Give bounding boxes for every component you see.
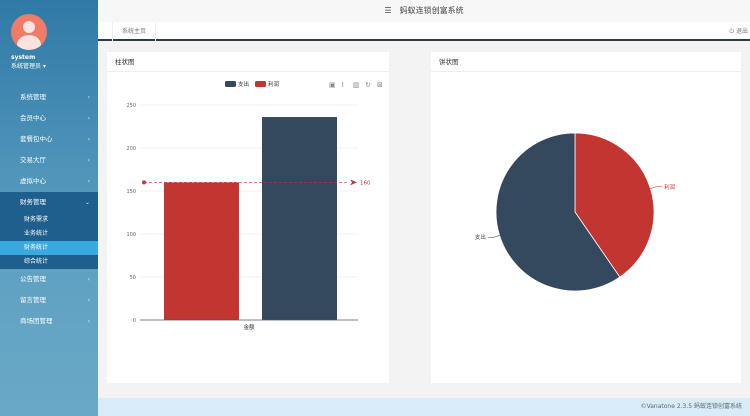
pie-label-line <box>650 186 663 189</box>
sidebar-item-label: 交易大厅 <box>20 156 46 164</box>
y-tick-label: 150 <box>126 189 136 195</box>
avatar[interactable] <box>11 14 47 50</box>
sidebar-item-system[interactable]: 系统管理 ‹ <box>0 87 98 108</box>
legend-label: 支出 <box>238 80 249 88</box>
submenu-finance-stats[interactable]: 财务统计 <box>0 241 98 255</box>
chevron-left-icon: ‹ <box>87 276 90 283</box>
mark-line-arrow <box>350 179 357 186</box>
pie-chart: 利润支出 <box>475 132 676 292</box>
sidebar-item-label: 商场团管理 <box>20 317 53 325</box>
bar-chart-icon[interactable]: ▥ <box>353 81 360 89</box>
panel-title: 饼状图 <box>431 52 741 72</box>
submenu-business-stats[interactable]: 业务统计 <box>0 227 98 241</box>
sidebar-item-label: 会员中心 <box>20 114 46 122</box>
pie-label: 利润 <box>664 183 676 191</box>
y-tick-label: 50 <box>130 275 136 281</box>
y-tick-label: 100 <box>126 232 136 238</box>
sidebar-item-label: 公告管理 <box>20 275 46 283</box>
legend-swatch <box>255 81 266 87</box>
exit-button[interactable]: ⏻ 退出 <box>729 22 748 41</box>
footer: ©Vanatone 2.3.5 蚂蚁连锁创富系统 <box>98 398 750 416</box>
chevron-left-icon: ‹ <box>87 115 90 122</box>
sidebar-item-mall[interactable]: 商场团管理 ‹ <box>0 311 98 332</box>
pie-chart-panel: 饼状图 利润支出 <box>431 52 741 383</box>
chevron-down-icon: ⌄ <box>84 199 90 206</box>
mark-line-label: 160 <box>360 180 371 186</box>
line-chart-icon[interactable]: ⌇ <box>341 81 344 89</box>
sidebar-item-messages[interactable]: 留言管理 ‹ <box>0 290 98 311</box>
save-image-icon[interactable]: ▣ <box>329 81 336 89</box>
panel-title: 柱状图 <box>107 52 389 72</box>
bar-chart: 0 50 100 150 200 250 金额 160 支出 利润 ▣ ⌇ ▥ ↻ ⊠ <box>126 80 383 331</box>
sidebar: system 系统管理员 ▾ 系统管理 ‹ 会员中心 ‹ 套餐包中心 ‹ 交易大厅 ‹ … <box>0 0 98 416</box>
sidebar-item-label: 系统管理 <box>20 93 46 101</box>
user-profile: system 系统管理员 ▾ <box>0 0 98 72</box>
chevron-left-icon: ‹ <box>87 136 90 143</box>
bar-支出 <box>262 117 337 320</box>
legend-label: 利润 <box>268 80 280 88</box>
exit-label: 退出 <box>735 28 748 35</box>
app-title: 蚂蚁连锁创富系统 <box>399 6 464 15</box>
user-name: system <box>11 54 36 61</box>
sidebar-item-packages[interactable]: 套餐包中心 ‹ <box>0 129 98 150</box>
y-tick-label: 0 <box>133 318 136 324</box>
chevron-left-icon: ‹ <box>87 297 90 304</box>
chevron-left-icon: ‹ <box>87 157 90 164</box>
x-tick-label: 金额 <box>243 323 255 331</box>
submenu-finance-demand[interactable]: 财务需求 <box>0 213 98 227</box>
sidebar-item-virtual[interactable]: 虚拟中心 ‹ <box>0 171 98 192</box>
tab-home[interactable]: 系统主页 <box>112 22 157 41</box>
hamburger-icon[interactable]: ☰ <box>384 6 391 15</box>
data-view-icon[interactable]: ⊠ <box>377 81 383 89</box>
sidebar-item-label: 虚拟中心 <box>20 177 46 185</box>
power-icon: ⏻ <box>729 28 736 35</box>
sidebar-item-label: 留言管理 <box>20 296 46 304</box>
sidebar-item-trading[interactable]: 交易大厅 ‹ <box>0 150 98 171</box>
chevron-left-icon: ‹ <box>87 178 90 185</box>
sidebar-item-label: 财务管理 <box>20 198 46 206</box>
finance-submenu: 财务需求 业务统计 财务统计 综合统计 <box>0 213 98 269</box>
tab-bar: 系统主页 ⏻ 退出 <box>98 22 750 41</box>
top-header: ☰ 蚂蚁连锁创富系统 <box>98 0 750 22</box>
sidebar-item-finance[interactable]: 财务管理 ⌄ <box>0 192 98 213</box>
pie-label: 支出 <box>475 233 486 241</box>
sidebar-item-members[interactable]: 会员中心 ‹ <box>0 108 98 129</box>
sidebar-item-label: 套餐包中心 <box>20 135 53 143</box>
refresh-icon[interactable]: ↻ <box>365 81 371 89</box>
user-role-dropdown[interactable]: 系统管理员 ▾ <box>11 61 46 70</box>
submenu-overall-stats[interactable]: 综合统计 <box>0 255 98 269</box>
sidebar-menu: 系统管理 ‹ 会员中心 ‹ 套餐包中心 ‹ 交易大厅 ‹ 虚拟中心 ‹ 财务管理 ⌄ 财务需… <box>0 87 98 332</box>
y-tick-label: 200 <box>126 146 136 152</box>
chevron-left-icon: ‹ <box>87 94 90 101</box>
pie-label-line <box>487 235 500 238</box>
legend-swatch <box>225 81 236 87</box>
bar-利润 <box>164 182 239 320</box>
y-tick-label: 250 <box>126 103 136 109</box>
bar-chart-panel: 柱状图 0 50 100 150 200 250 金额 160 支出 利润 ▣ ⌇ ▥ ↻ ⊠ <box>107 52 389 383</box>
mark-line-start <box>142 180 146 185</box>
chevron-left-icon: ‹ <box>87 318 90 325</box>
sidebar-item-notices[interactable]: 公告管理 ‹ <box>0 269 98 290</box>
